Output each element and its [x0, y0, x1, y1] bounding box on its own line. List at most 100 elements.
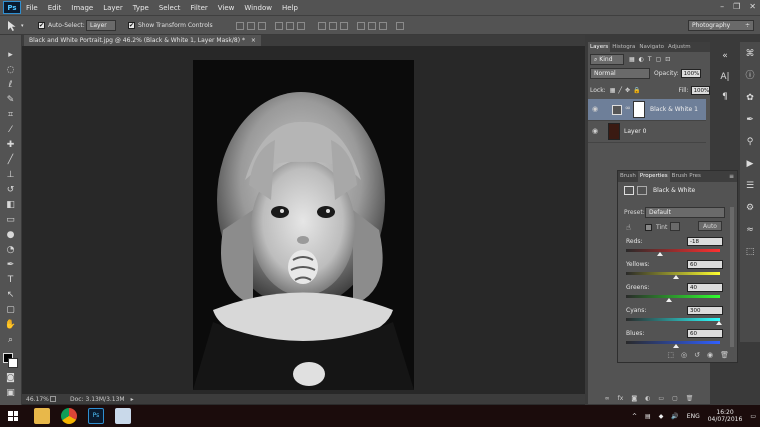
slider-track[interactable] — [626, 318, 720, 321]
mask-icon[interactable] — [637, 186, 647, 195]
clock[interactable]: 16:20 04/07/2016 — [708, 409, 743, 423]
clone-source-icon[interactable]: ⚲ — [743, 135, 757, 149]
eye-icon[interactable]: ◉ — [592, 105, 598, 113]
menu-help[interactable]: Help — [282, 4, 298, 12]
close-button[interactable]: ✕ — [749, 2, 756, 11]
slider-value-input[interactable]: 60 — [687, 329, 723, 338]
marquee-tool-icon[interactable]: ◌ — [4, 64, 17, 77]
align-right-icon[interactable] — [297, 21, 305, 30]
settings-sliders-icon[interactable]: ☰ — [743, 179, 757, 193]
filter-smart-icon[interactable]: ⊡ — [665, 56, 670, 63]
paragraph-icon[interactable]: ¶ — [718, 90, 732, 104]
healing-brush-tool-icon[interactable]: ✚ — [4, 139, 17, 152]
blur-tool-icon[interactable]: ● — [4, 229, 17, 242]
menu-file[interactable]: File — [26, 4, 38, 12]
layer-filter-dropdown[interactable]: ⌕ Kind — [590, 53, 624, 65]
quick-select-tool-icon[interactable]: ✎ — [4, 94, 17, 107]
brush-tool-icon[interactable]: ╱ — [4, 154, 17, 167]
opacity-input[interactable]: 100% — [680, 69, 701, 78]
transform-controls-checkbox[interactable]: ✔ — [128, 22, 135, 29]
slider-track[interactable] — [626, 295, 720, 298]
slider-value-input[interactable]: 40 — [687, 283, 723, 292]
targeted-adjustment-icon[interactable]: ☝ — [626, 223, 631, 232]
tint-color-swatch[interactable] — [670, 222, 680, 231]
tab-layers[interactable]: Layers — [588, 42, 611, 52]
language-indicator[interactable]: ENG — [687, 413, 700, 420]
slider-value-input[interactable]: 60 — [687, 260, 723, 269]
color-wheel-icon[interactable]: ✿ — [743, 91, 757, 105]
distribute-left-icon[interactable] — [357, 21, 365, 30]
menu-window[interactable]: Window — [244, 4, 272, 12]
path-selection-tool-icon[interactable]: ↖ — [4, 289, 17, 302]
chrome-icon[interactable] — [61, 408, 77, 424]
visibility-icon[interactable]: ◉ — [707, 351, 713, 362]
new-adjustment-icon[interactable]: ◐ — [645, 395, 650, 402]
lock-paint-icon[interactable]: ╱ — [618, 87, 622, 94]
filter-shape-icon[interactable]: ▢ — [656, 56, 662, 63]
auto-select-target-dropdown[interactable]: Layer — [86, 20, 116, 31]
layer-mask-thumbnail[interactable] — [633, 101, 645, 118]
layer-row-black-white[interactable]: ◉ ∞ Black & White 1 — [588, 99, 706, 121]
document-viewer-icon[interactable] — [115, 408, 131, 424]
move-tool-preset[interactable]: ▾ — [6, 19, 24, 32]
menu-layer[interactable]: Layer — [103, 4, 123, 12]
lasso-tool-icon[interactable]: ℓ — [4, 79, 17, 92]
fill-input[interactable]: 100% — [690, 86, 711, 95]
slider-thumb[interactable] — [672, 275, 679, 279]
swatches-icon[interactable]: ⬚ — [743, 245, 757, 259]
brush-icon[interactable]: ≈ — [743, 223, 757, 237]
windows-start-icon[interactable] — [8, 411, 18, 421]
pen-tool-icon[interactable]: ✒ — [4, 259, 17, 272]
align-center-icon[interactable] — [286, 21, 294, 30]
type-tool-icon[interactable]: T — [4, 274, 17, 287]
distribute-center-icon[interactable] — [368, 21, 376, 30]
network-icon[interactable]: ▤ — [645, 413, 651, 420]
new-layer-icon[interactable]: ▢ — [672, 395, 678, 402]
blend-mode-dropdown[interactable]: Normal — [590, 68, 650, 79]
scrollbar[interactable] — [730, 207, 734, 347]
quick-mask-icon[interactable]: ◙ — [4, 372, 17, 385]
tab-navigator[interactable]: Navigato — [637, 42, 666, 52]
eye-icon[interactable]: ◉ — [592, 127, 598, 135]
volume-icon[interactable]: 🔊 — [671, 413, 678, 420]
eraser-tool-icon[interactable]: ◧ — [4, 199, 17, 212]
trash-icon[interactable]: 🗑 — [686, 395, 694, 402]
zoom-level[interactable]: 46.17% — [26, 396, 50, 403]
workspace-dropdown[interactable]: Photography ÷ — [688, 20, 754, 31]
slider-track[interactable] — [626, 249, 720, 252]
zoom-tool-icon[interactable]: ⌕ — [4, 334, 17, 347]
actions-play-icon[interactable]: ▶ — [743, 157, 757, 171]
tool-presets-icon[interactable]: ⌘ — [743, 47, 757, 61]
distribute-middle-icon[interactable] — [329, 21, 337, 30]
restore-button[interactable]: ❐ — [733, 2, 740, 11]
photoshop-taskbar-icon[interactable]: Ps — [88, 408, 104, 424]
background-color-swatch[interactable] — [8, 358, 18, 368]
menu-filter[interactable]: Filter — [190, 4, 207, 12]
menu-edit[interactable]: Edit — [48, 4, 62, 12]
preset-dropdown[interactable]: Default — [645, 207, 725, 218]
lock-pixels-icon[interactable]: ▦ — [610, 87, 616, 94]
dodge-tool-icon[interactable]: ◔ — [4, 244, 17, 257]
filter-adjustment-icon[interactable]: ◐ — [639, 56, 644, 63]
layer-style-icon[interactable]: fx — [618, 395, 624, 402]
align-bottom-icon[interactable] — [258, 21, 266, 30]
chevron-up-icon[interactable]: ^ — [632, 413, 637, 420]
menu-image[interactable]: Image — [71, 4, 93, 12]
menu-select[interactable]: Select — [159, 4, 181, 12]
info-icon[interactable]: ⓘ — [743, 69, 757, 83]
view-previous-icon[interactable]: ◎ — [681, 351, 687, 362]
screen-mode-icon[interactable]: ▣ — [4, 387, 17, 400]
move-tool-icon[interactable]: ▸ — [4, 49, 17, 62]
expand-arrows-icon[interactable]: « — [718, 49, 732, 63]
slider-thumb[interactable] — [672, 344, 679, 348]
document-tab[interactable]: Black and White Portrait.jpg @ 46.2% (Bl… — [24, 35, 261, 46]
align-top-icon[interactable] — [236, 21, 244, 30]
clip-to-layer-icon[interactable]: ⬚ — [667, 351, 674, 362]
layer-row-layer-0[interactable]: ◉ Layer 0 — [588, 121, 706, 143]
pen-icon[interactable]: ✒ — [743, 113, 757, 127]
eyedropper-tool-icon[interactable]: ⁄ — [4, 124, 17, 137]
lock-move-icon[interactable]: ✥ — [625, 87, 630, 94]
slider-thumb[interactable] — [666, 298, 673, 302]
tab-brush-presets[interactable]: Brush Pres — [670, 171, 703, 182]
hand-tool-icon[interactable]: ✋ — [4, 319, 17, 332]
